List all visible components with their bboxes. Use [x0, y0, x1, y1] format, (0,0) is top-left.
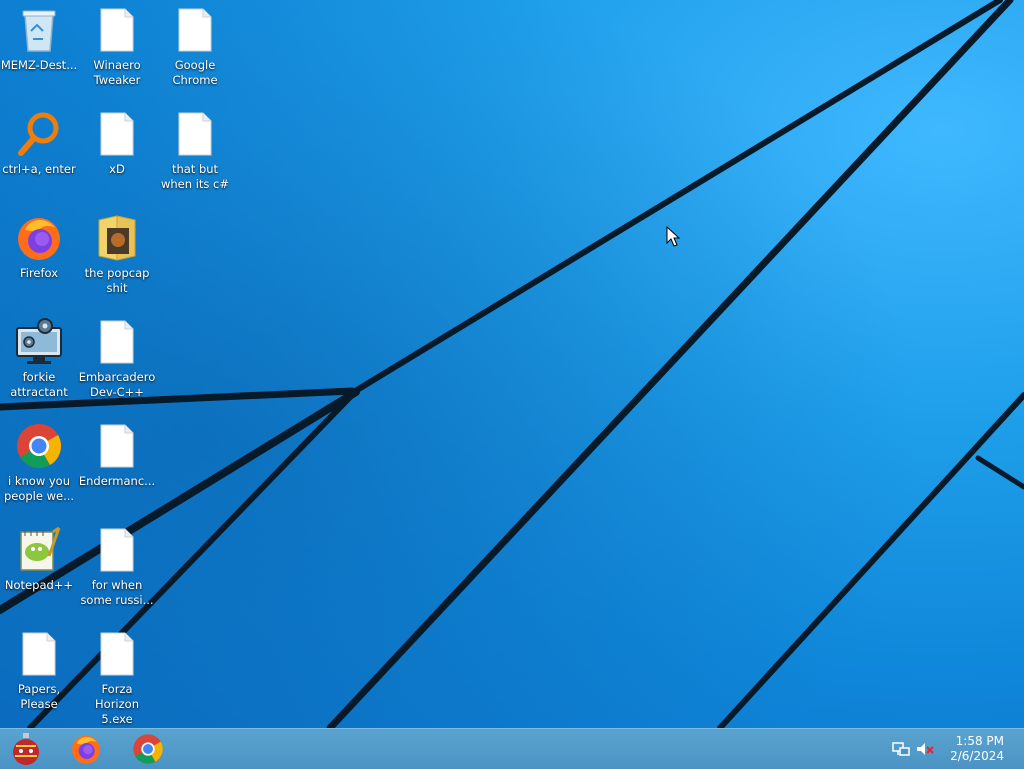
magnifier-icon	[15, 110, 63, 158]
desktop-icon-that-but-when-its-csharp[interactable]: that but when its c#	[156, 110, 234, 210]
desktop-icon-ctrl-a-enter[interactable]: ctrl+a, enter	[0, 110, 78, 210]
desktop-icon-winaero-tweaker[interactable]: Winaero Tweaker	[78, 6, 156, 106]
taskbar-chrome-button[interactable]	[124, 731, 172, 767]
desktop-icon-papers-please[interactable]: Papers, Please	[0, 630, 78, 728]
firefox-icon	[15, 214, 63, 262]
desktop-icon-for-when-some-russi[interactable]: for when some russi...	[78, 526, 156, 626]
icon-label: Winaero Tweaker	[93, 58, 141, 87]
mouse-cursor-icon	[666, 226, 680, 247]
icon-label: i know you people we...	[3, 474, 75, 503]
file-icon	[93, 630, 141, 678]
file-icon	[171, 110, 219, 158]
desktop-icon-memz[interactable]: MEMZ-Dest...	[0, 6, 78, 106]
icon-label: Notepad++	[4, 578, 74, 592]
chrome-icon	[133, 734, 163, 764]
clock[interactable]: 1:58 PM 2/6/2024	[950, 734, 1004, 764]
icon-label: Firefox	[19, 266, 59, 280]
file-icon	[171, 6, 219, 54]
start-button[interactable]	[2, 731, 50, 767]
desktop-icon-firefox[interactable]: Firefox	[0, 214, 78, 314]
recycle-bin-icon	[15, 6, 63, 54]
icon-label: Forza Horizon 5.exe	[95, 682, 139, 726]
folder-icon	[93, 214, 141, 262]
icon-label: Endermanc...	[78, 474, 156, 488]
icon-label: ctrl+a, enter	[2, 162, 76, 176]
file-icon	[93, 526, 141, 574]
volume-muted-icon[interactable]	[916, 741, 934, 757]
clock-time: 1:58 PM	[955, 734, 1004, 748]
network-icon[interactable]	[892, 741, 910, 757]
icon-label: forkie attractant	[10, 370, 68, 399]
icon-label: Google Chrome	[172, 58, 218, 87]
file-icon	[93, 6, 141, 54]
desktop-icon-forza-horizon-5[interactable]: Forza Horizon 5.exe	[78, 630, 156, 728]
ornament-start-icon	[13, 733, 39, 765]
monitor-gear-icon	[15, 318, 63, 366]
file-icon	[93, 318, 141, 366]
desktop-icon-the-popcap-shit[interactable]: the popcap shit	[78, 214, 156, 314]
taskbar-firefox-button[interactable]	[62, 731, 110, 767]
desktop-icon-i-know-you[interactable]: i know you people we...	[0, 422, 78, 522]
icon-label: MEMZ-Dest...	[0, 58, 78, 72]
desktop-icon-forkie-attractant[interactable]: forkie attractant	[0, 318, 78, 418]
icon-label: for when some russi...	[80, 578, 154, 607]
desktop-icon-xd[interactable]: xD	[78, 110, 156, 210]
taskbar: 1:58 PM 2/6/2024	[0, 728, 1024, 769]
icon-label: xD	[109, 162, 125, 176]
icon-label: Papers, Please	[17, 682, 61, 711]
desktop-icon-endermanc[interactable]: Endermanc...	[78, 422, 156, 522]
firefox-icon	[72, 735, 100, 764]
file-icon	[15, 630, 63, 678]
clock-date: 2/6/2024	[950, 749, 1004, 763]
file-icon	[93, 110, 141, 158]
desktop-icon-embarcadero-devcpp[interactable]: Embarcadero Dev-C++	[78, 318, 156, 418]
icon-label: the popcap shit	[84, 266, 150, 295]
icon-label: that but when its c#	[160, 162, 230, 191]
desktop[interactable]: MEMZ-Dest... ctrl+a, enter Firefox forki…	[0, 0, 1024, 728]
system-tray: 1:58 PM 2/6/2024	[884, 729, 1024, 769]
desktop-icon-google-chrome[interactable]: Google Chrome	[156, 6, 234, 106]
desktop-icon-notepadpp[interactable]: Notepad++	[0, 526, 78, 626]
chrome-icon	[15, 422, 63, 470]
notepadpp-icon	[15, 526, 63, 574]
file-icon	[93, 422, 141, 470]
icon-label: Embarcadero Dev-C++	[78, 370, 156, 399]
